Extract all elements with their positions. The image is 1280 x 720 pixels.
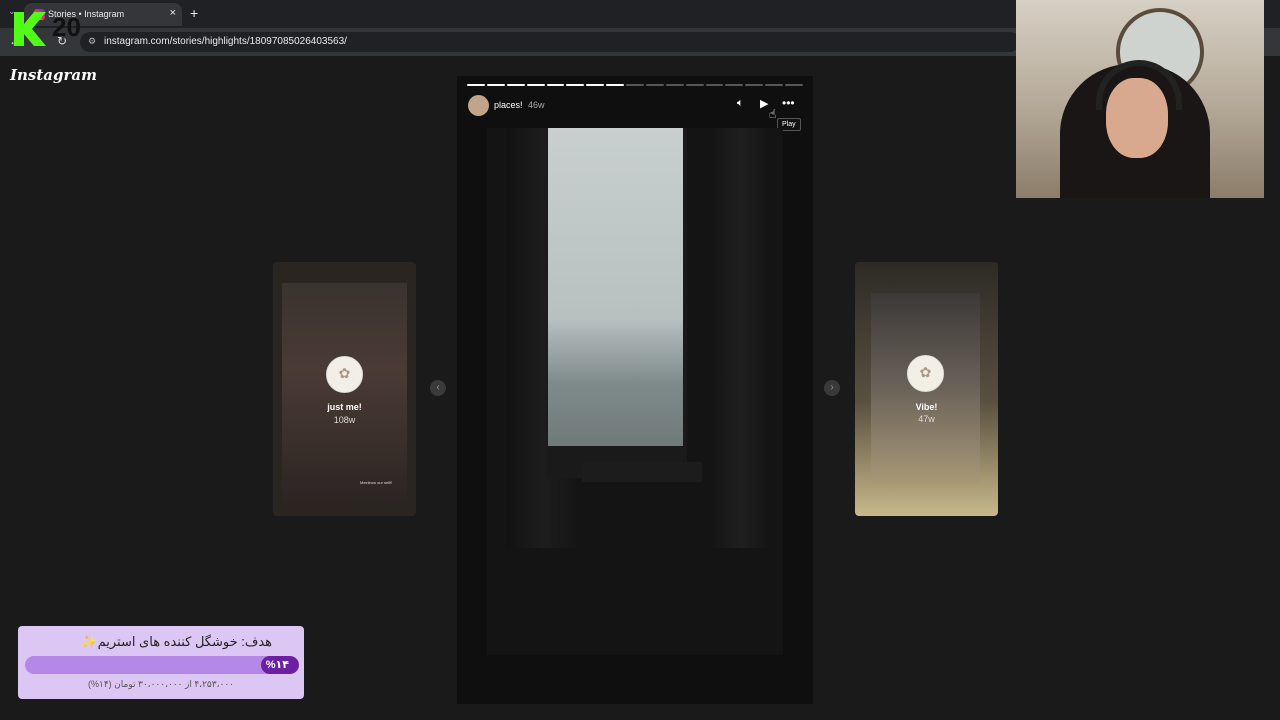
avatar-drawing-icon: ✿ xyxy=(919,364,932,380)
tab-close-icon[interactable]: × xyxy=(170,7,176,19)
progress-segment xyxy=(546,84,565,86)
thumbnail-caption: Meeleow our selfi! xyxy=(360,480,393,485)
goal-progress-bar: %۱۴ xyxy=(25,656,299,674)
story-progress xyxy=(467,84,803,86)
highlight-card-left[interactable]: Meeleow our selfi! ✿ just me! 108w xyxy=(273,262,416,516)
goal-percent: %۱۴ xyxy=(265,659,289,671)
progress-segment xyxy=(506,84,525,86)
highlight-time: 108w xyxy=(333,415,356,425)
progress-segment xyxy=(486,84,505,86)
progress-segment xyxy=(566,84,585,86)
progress-segment xyxy=(685,84,704,86)
new-tab-button[interactable]: + xyxy=(190,5,198,21)
donation-goal-widget: هدف: خوشگل کننده های استریم✨ %۱۴ ۴،۲۵۳،۰… xyxy=(18,626,304,699)
progress-segment xyxy=(765,84,783,86)
progress-segment xyxy=(705,84,724,86)
next-arrow-icon[interactable]: › xyxy=(824,380,840,396)
instagram-logo[interactable]: Instagram xyxy=(10,66,97,84)
curtain-right xyxy=(712,128,772,548)
avatar-drawing-icon: ✿ xyxy=(338,365,351,381)
progress-segment xyxy=(745,84,764,86)
highlight-card-right[interactable]: ✿ Vibe! 47w xyxy=(855,262,998,516)
hand-cursor-icon: ☝ xyxy=(769,107,777,121)
progress-segment xyxy=(467,84,485,86)
progress-segment xyxy=(725,84,744,86)
progress-segment xyxy=(606,84,624,86)
url-text[interactable]: instagram.com/stories/highlights/1809708… xyxy=(104,36,347,47)
speaker-icon[interactable]: 🔈︎ xyxy=(737,97,744,110)
story-time: 46w xyxy=(528,100,545,110)
progress-segment xyxy=(626,84,644,86)
story-viewer[interactable]: places! 46w 🔈︎ ▶ ••• ☝ Play xyxy=(457,76,813,704)
webcam-overlay xyxy=(1016,0,1264,198)
progress-segment xyxy=(645,84,664,86)
goal-subtitle: ۴،۲۵۳،۰۰۰ از ۳۰،۰۰۰،۰۰۰ تومان (۱۴%) xyxy=(88,679,234,689)
progress-segment xyxy=(586,84,605,86)
more-icon[interactable]: ••• xyxy=(782,96,795,110)
progress-segment xyxy=(526,84,545,86)
stream-overlay-number: 20 xyxy=(52,12,81,42)
browser-tab[interactable]: Stories • Instagram × xyxy=(24,3,182,26)
highlight-time: 47w xyxy=(918,414,935,424)
highlight-name: Vibe! xyxy=(915,402,938,412)
stream-k-logo-icon xyxy=(14,12,46,46)
address-bar[interactable]: ⚙ instagram.com/stories/highlights/18097… xyxy=(80,32,1020,52)
window-sill xyxy=(582,462,702,482)
story-avatar[interactable] xyxy=(468,95,489,116)
story-username[interactable]: places! xyxy=(494,100,523,110)
progress-segment xyxy=(785,84,803,86)
window-view xyxy=(548,128,683,446)
site-info-icon[interactable]: ⚙ xyxy=(88,36,96,47)
story-media[interactable] xyxy=(487,128,783,655)
highlight-avatar: ✿ xyxy=(907,355,944,392)
highlight-name: just me! xyxy=(327,402,362,412)
goal-title: هدف: خوشگل کننده های استریم✨ xyxy=(81,634,272,649)
progress-segment xyxy=(665,84,684,86)
previous-arrow-icon[interactable]: ‹ xyxy=(430,380,446,396)
play-icon[interactable]: ▶ xyxy=(760,97,768,110)
highlight-avatar: ✿ xyxy=(326,356,363,393)
